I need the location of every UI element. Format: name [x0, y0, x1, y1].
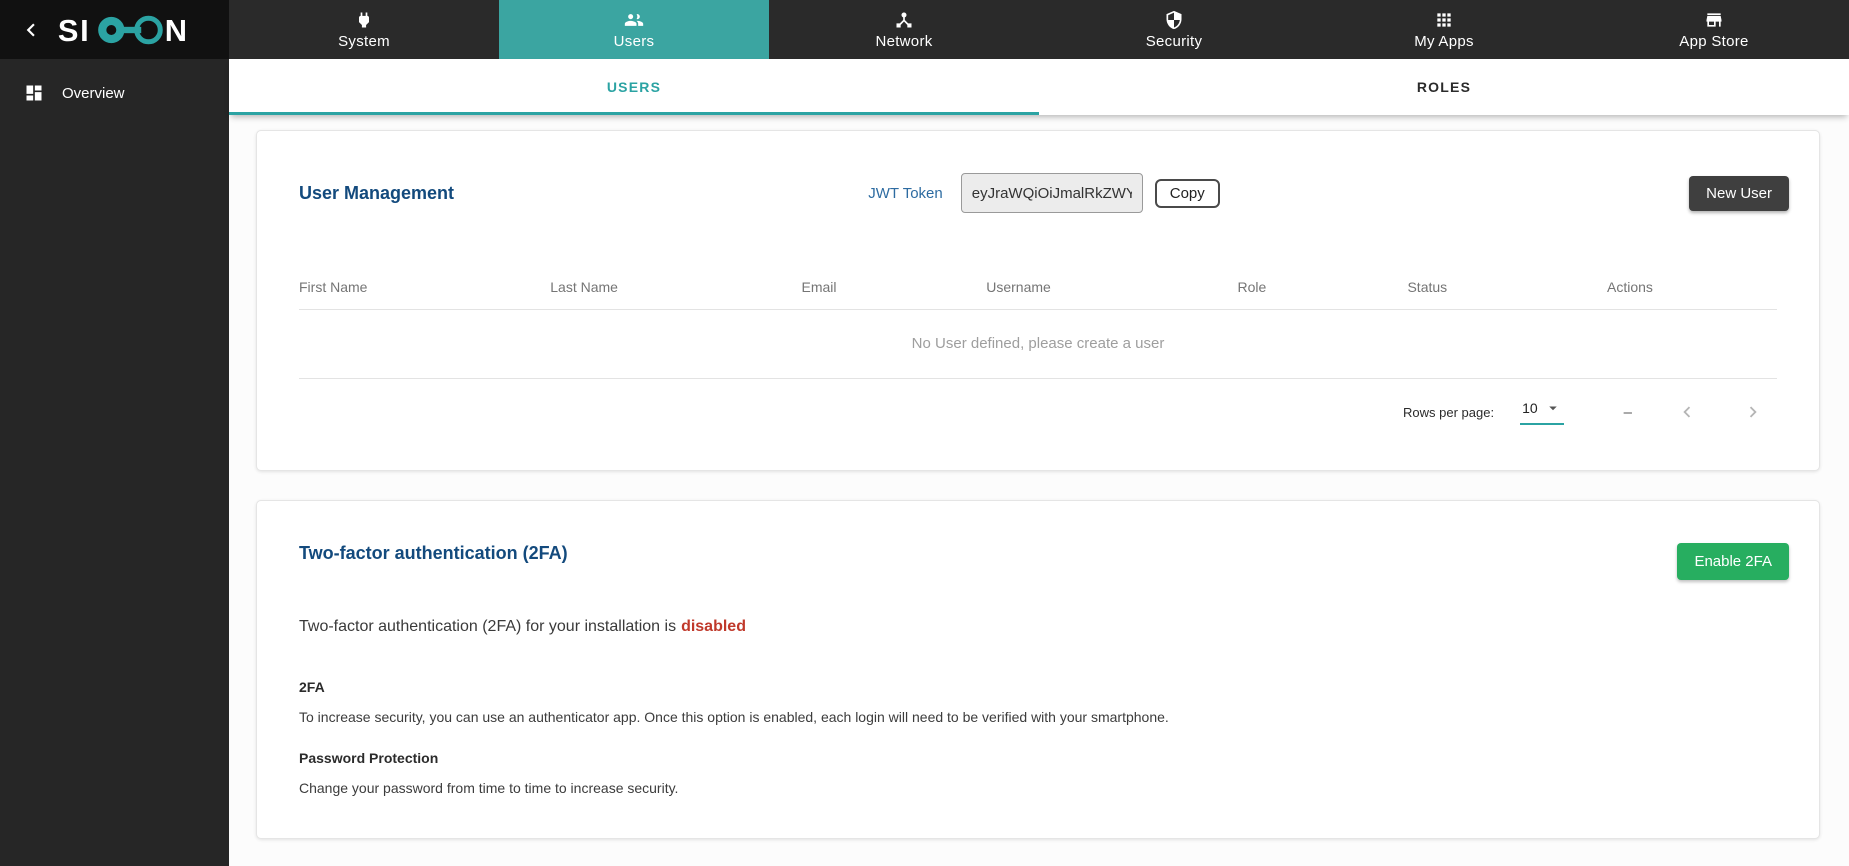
sidebar: SI N Overview	[0, 0, 229, 866]
two-factor-status-line: Two-factor authentication (2FA) for your…	[257, 580, 1819, 636]
sub-tabs: USERS ROLES	[229, 59, 1849, 115]
new-user-button[interactable]: New User	[1689, 176, 1789, 211]
column-header-role: Role	[1238, 269, 1408, 310]
pagination-range: –	[1624, 404, 1632, 421]
jwt-token-label: JWT Token	[868, 185, 942, 202]
content-area: User Management JWT Token Copy New User	[229, 115, 1849, 866]
sidebar-item-overview[interactable]: Overview	[0, 59, 229, 103]
svg-text:SI: SI	[58, 12, 91, 47]
plug-icon	[354, 10, 374, 30]
tab-label: System	[338, 33, 390, 50]
table-header-row: First Name Last Name Email Username Role…	[299, 269, 1777, 310]
tab-label: Network	[875, 33, 932, 50]
sidebar-item-label: Overview	[62, 85, 125, 102]
user-management-title: User Management	[299, 183, 868, 204]
jwt-token-group: JWT Token Copy	[868, 173, 1220, 213]
rows-per-page-value: 10	[1522, 400, 1538, 416]
column-header-username: Username	[986, 269, 1237, 310]
apps-grid-icon	[1434, 10, 1454, 30]
back-button[interactable]	[14, 13, 48, 47]
tab-label: Security	[1146, 33, 1203, 50]
device-hub-icon	[894, 10, 914, 30]
previous-page-button[interactable]	[1676, 401, 1698, 423]
chevron-left-icon	[1676, 401, 1698, 423]
two-factor-title: Two-factor authentication (2FA)	[299, 543, 1677, 564]
tab-label: App Store	[1679, 33, 1748, 50]
sicon-logo: SI N	[56, 9, 192, 51]
enable-2fa-button[interactable]: Enable 2FA	[1677, 543, 1789, 580]
tab-label: Users	[614, 33, 655, 50]
main-area: System Users Network Security	[229, 0, 1849, 866]
user-management-card: User Management JWT Token Copy New User	[256, 130, 1820, 471]
column-header-first-name: First Name	[299, 269, 550, 310]
sidebar-header: SI N	[0, 0, 229, 59]
section-body-2fa: To increase security, you can use an aut…	[257, 695, 1819, 725]
column-header-status: Status	[1407, 269, 1607, 310]
rows-per-page-select[interactable]: 10	[1520, 399, 1564, 425]
storefront-icon	[1704, 10, 1724, 30]
dashboard-icon	[24, 83, 44, 103]
column-header-last-name: Last Name	[550, 269, 801, 310]
section-body-password-protection: Change your password from time to time t…	[257, 766, 1819, 796]
people-icon	[624, 10, 644, 30]
top-navigation: System Users Network Security	[229, 0, 1849, 59]
svg-text:N: N	[165, 12, 187, 47]
tab-my-apps[interactable]: My Apps	[1309, 0, 1579, 59]
rows-per-page-label: Rows per page:	[1403, 405, 1494, 420]
tab-security[interactable]: Security	[1039, 0, 1309, 59]
pagination: Rows per page: 10 –	[257, 379, 1819, 470]
empty-state-message: No User defined, please create a user	[299, 310, 1777, 379]
tab-users[interactable]: Users	[499, 0, 769, 59]
caret-down-icon	[1544, 399, 1562, 417]
user-management-header: User Management JWT Token Copy New User	[257, 131, 1819, 213]
shield-icon	[1164, 10, 1184, 30]
tab-system[interactable]: System	[229, 0, 499, 59]
tab-network[interactable]: Network	[769, 0, 1039, 59]
chevron-left-icon	[18, 17, 44, 43]
subtab-users[interactable]: USERS	[229, 59, 1039, 115]
section-heading-password-protection: Password Protection	[257, 725, 1819, 766]
empty-state-row: No User defined, please create a user	[299, 310, 1777, 379]
jwt-token-input[interactable]	[961, 173, 1143, 213]
users-table: First Name Last Name Email Username Role…	[299, 269, 1777, 379]
section-heading-2fa: 2FA	[257, 636, 1819, 695]
tab-app-store[interactable]: App Store	[1579, 0, 1849, 59]
column-header-actions: Actions	[1607, 269, 1777, 310]
app-root: SI N Overview System	[0, 0, 1849, 866]
subtab-label: USERS	[607, 79, 661, 95]
column-header-email: Email	[802, 269, 987, 310]
chevron-right-icon	[1742, 401, 1764, 423]
header-right-zone: New User	[1220, 176, 1789, 211]
status-prefix: Two-factor authentication (2FA) for your…	[299, 618, 676, 635]
subtab-label: ROLES	[1417, 79, 1471, 95]
status-value: disabled	[681, 618, 746, 635]
two-factor-card: Two-factor authentication (2FA) Enable 2…	[256, 500, 1820, 839]
tab-label: My Apps	[1414, 33, 1474, 50]
two-factor-header: Two-factor authentication (2FA) Enable 2…	[257, 501, 1819, 580]
subtab-roles[interactable]: ROLES	[1039, 59, 1849, 115]
copy-button[interactable]: Copy	[1155, 179, 1220, 208]
next-page-button[interactable]	[1742, 401, 1764, 423]
